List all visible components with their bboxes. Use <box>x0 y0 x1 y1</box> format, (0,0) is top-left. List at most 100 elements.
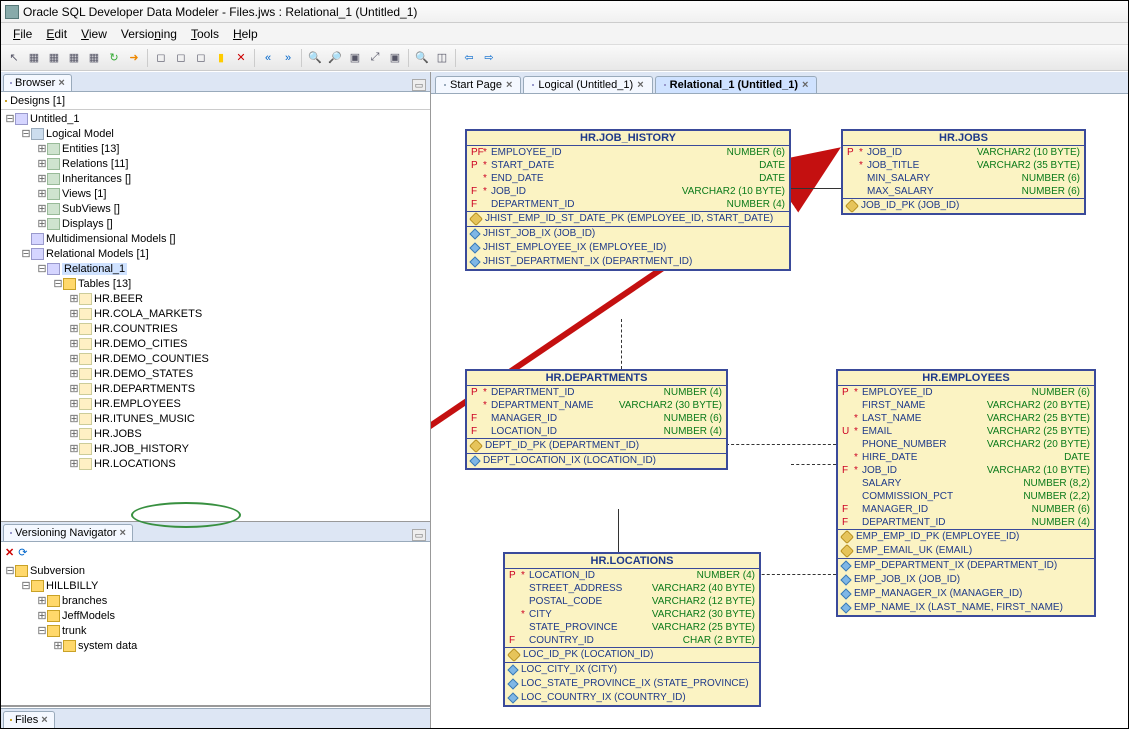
versioning-tree[interactable]: ⊟Subversion ⊟HILLBILLY ⊞branches⊞JeffMod… <box>1 562 430 705</box>
grid3-icon[interactable]: ▦ <box>65 49 83 67</box>
tree-item[interactable]: ⊞branches <box>5 594 428 609</box>
menu-view[interactable]: View <box>75 25 113 43</box>
menu-versioning[interactable]: Versioning <box>115 25 183 43</box>
key-icon <box>840 530 854 544</box>
zoom-in-icon[interactable]: 🔍 <box>306 49 324 67</box>
index-icon <box>507 692 518 703</box>
tree-item[interactable]: ⊞Entities [13] <box>5 142 428 157</box>
index-row: LOC_COUNTRY_IX (COUNTRY_ID) <box>505 691 759 705</box>
next-icon[interactable]: ⇨ <box>480 49 498 67</box>
tree-table-item[interactable]: ⊞HR.DEMO_CITIES <box>5 337 428 352</box>
tab-logical[interactable]: Logical (Untitled_1)× <box>523 76 652 93</box>
find-icon[interactable]: 🔍 <box>413 49 431 67</box>
index-row: JHIST_DEPARTMENT_IX (DEPARTMENT_ID) <box>467 255 789 269</box>
entity-locations[interactable]: HR.LOCATIONS P*LOCATION_IDNUMBER (4)STRE… <box>503 552 761 707</box>
close-icon[interactable]: × <box>637 79 643 91</box>
win3-icon[interactable]: ◻ <box>192 49 210 67</box>
column-row: STATE_PROVINCEVARCHAR2 (25 BYTE) <box>505 621 759 634</box>
diagram-canvas[interactable]: HR.JOB_HISTORY PF*EMPLOYEE_IDNUMBER (6)P… <box>431 94 1128 728</box>
tree-item[interactable]: ⊞SubViews [] <box>5 202 428 217</box>
tab-start-page[interactable]: Start Page× <box>435 76 521 93</box>
browser-tab[interactable]: Browser × <box>3 74 72 91</box>
refresh-icon[interactable]: ↻ <box>105 49 123 67</box>
designs-header[interactable]: Designs [1] <box>1 92 430 110</box>
arrow-icon[interactable]: ➜ <box>125 49 143 67</box>
tree-item[interactable]: ⊞Displays [] <box>5 217 428 232</box>
diagram-icon <box>664 84 666 86</box>
tree-table-item[interactable]: ⊞HR.DEPARTMENTS <box>5 382 428 397</box>
layers-icon[interactable]: ◫ <box>433 49 451 67</box>
entity-title: HR.DEPARTMENTS <box>467 371 726 386</box>
delete-icon[interactable]: ✕ <box>5 546 14 559</box>
column-row: *CITYVARCHAR2 (30 BYTE) <box>505 608 759 621</box>
close-icon[interactable]: × <box>120 527 126 539</box>
win1-icon[interactable]: ◻ <box>152 49 170 67</box>
delete-icon[interactable]: ✕ <box>232 49 250 67</box>
entity-departments[interactable]: HR.DEPARTMENTS P*DEPARTMENT_IDNUMBER (4)… <box>465 369 728 470</box>
tree-table-item[interactable]: ⊞HR.COUNTRIES <box>5 322 428 337</box>
tree-icon <box>47 218 60 230</box>
index-icon <box>840 588 851 599</box>
menu-tools[interactable]: Tools <box>185 25 225 43</box>
page-icon <box>444 84 446 86</box>
entity-job-history[interactable]: HR.JOB_HISTORY PF*EMPLOYEE_IDNUMBER (6)P… <box>465 129 791 271</box>
files-tab[interactable]: Files × <box>3 711 55 728</box>
close-icon[interactable]: × <box>41 714 47 726</box>
win2-icon[interactable]: ◻ <box>172 49 190 67</box>
tree-item[interactable]: ⊞JeffModels <box>5 609 428 624</box>
fit2-icon[interactable]: ⤢ <box>366 49 384 67</box>
tree-table-item[interactable]: ⊞HR.EMPLOYEES <box>5 397 428 412</box>
fit3-icon[interactable]: ▣ <box>386 49 404 67</box>
key-icon <box>469 439 483 453</box>
note-icon[interactable]: ▮ <box>212 49 230 67</box>
tree-table-item[interactable]: ⊞HR.DEMO_STATES <box>5 367 428 382</box>
tree-item[interactable]: ⊟trunk <box>5 624 428 639</box>
column-row: COMMISSION_PCTNUMBER (2,2) <box>838 490 1094 503</box>
fit-icon[interactable]: ▣ <box>346 49 364 67</box>
window-title: Oracle SQL Developer Data Modeler - File… <box>23 5 417 19</box>
browser-tree[interactable]: ⊟Untitled_1 ⊟Logical Model ⊞Entities [13… <box>1 110 430 521</box>
table-icon <box>79 368 92 380</box>
minimize-icon[interactable]: ▭ <box>412 529 426 541</box>
grid2-icon[interactable]: ▦ <box>45 49 63 67</box>
menu-edit[interactable]: Edit <box>40 25 73 43</box>
prev-icon[interactable]: ⇦ <box>460 49 478 67</box>
close-icon[interactable]: × <box>58 77 64 89</box>
tree-table-item[interactable]: ⊞HR.JOBS <box>5 427 428 442</box>
menu-help[interactable]: Help <box>227 25 264 43</box>
entity-employees[interactable]: HR.EMPLOYEES P*EMPLOYEE_IDNUMBER (6)FIRS… <box>836 369 1096 617</box>
tree-item[interactable]: ⊞Views [1] <box>5 187 428 202</box>
close-icon[interactable]: × <box>802 79 808 91</box>
column-row: P*EMPLOYEE_IDNUMBER (6) <box>838 386 1094 399</box>
last-icon[interactable]: » <box>279 49 297 67</box>
table-icon <box>79 443 92 455</box>
grid4-icon[interactable]: ▦ <box>85 49 103 67</box>
tab-relational[interactable]: Relational_1 (Untitled_1)× <box>655 76 818 93</box>
versioning-tab[interactable]: Versioning Navigator × <box>3 524 133 541</box>
tree-icon <box>47 158 60 170</box>
column-row: P*LOCATION_IDNUMBER (4) <box>505 569 759 582</box>
column-row: STREET_ADDRESSVARCHAR2 (40 BYTE) <box>505 582 759 595</box>
tree-table-item[interactable]: ⊞HR.BEER <box>5 292 428 307</box>
menu-file[interactable]: File <box>7 25 38 43</box>
tree-table-item[interactable]: ⊞HR.ITUNES_MUSIC <box>5 412 428 427</box>
tree-item[interactable]: ⊞Inheritances [] <box>5 172 428 187</box>
tables-folder-icon <box>63 278 76 290</box>
tree-table-item[interactable]: ⊞HR.LOCATIONS <box>5 457 428 472</box>
tree-table-item[interactable]: ⊞HR.JOB_HISTORY <box>5 442 428 457</box>
entity-title: HR.EMPLOYEES <box>838 371 1094 386</box>
close-icon[interactable]: × <box>506 79 512 91</box>
minimize-icon[interactable]: ▭ <box>412 79 426 91</box>
app-icon <box>5 5 19 19</box>
pointer-icon[interactable]: ↖ <box>5 49 23 67</box>
tree-table-item[interactable]: ⊞HR.DEMO_COUNTIES <box>5 352 428 367</box>
first-icon[interactable]: « <box>259 49 277 67</box>
design-icon <box>15 113 28 125</box>
entity-jobs[interactable]: HR.JOBS P*JOB_IDVARCHAR2 (10 BYTE)*JOB_T… <box>841 129 1086 215</box>
zoom-out-icon[interactable]: 🔎 <box>326 49 344 67</box>
tree-table-item[interactable]: ⊞HR.COLA_MARKETS <box>5 307 428 322</box>
tree-item[interactable]: ⊞Relations [11] <box>5 157 428 172</box>
titlebar: Oracle SQL Developer Data Modeler - File… <box>1 1 1128 23</box>
refresh-icon[interactable]: ⟳ <box>18 546 27 559</box>
grid-icon[interactable]: ▦ <box>25 49 43 67</box>
